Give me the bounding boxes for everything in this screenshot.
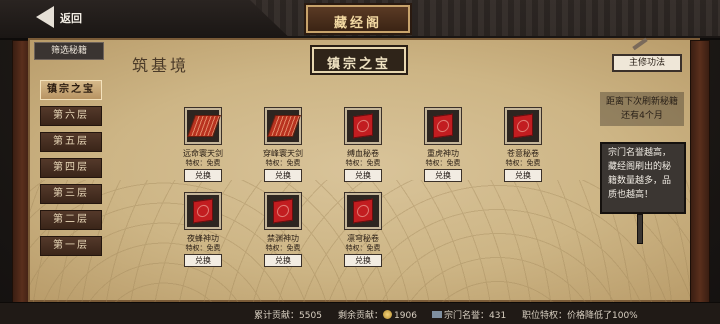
remaining-contribution-value: 1906: [394, 311, 417, 321]
book-item: 重虎神功 特权：免费 兑换: [418, 107, 468, 188]
book-item: 缚血秘卷 特权：免费 兑换: [338, 107, 388, 188]
book-item: 夜蜂神功 特权：免费 兑换: [178, 192, 228, 273]
tab-floor-3[interactable]: 第三层: [40, 184, 102, 204]
book-slot[interactable]: [344, 192, 382, 230]
exchange-button[interactable]: 兑换: [264, 254, 302, 267]
filter-label: 筛选秘籍: [34, 42, 104, 60]
book-item: 远命寰天剑 特权：免费 兑换: [178, 107, 228, 188]
book-privilege: 特权：免费: [265, 159, 301, 167]
remaining-contribution: 剩余贡献： 1906: [338, 308, 417, 321]
book-slot[interactable]: [424, 107, 462, 145]
exchange-button[interactable]: 兑换: [504, 169, 542, 182]
roof-bar: 返回 藏经阁: [0, 0, 720, 40]
tab-floor-5[interactable]: 第五层: [40, 132, 102, 152]
refresh-timer: 距离下次刷新秘籍 还有4个月: [600, 92, 684, 126]
scroll-book-icon: [186, 115, 222, 137]
total-contribution: 累计贡献：5505: [254, 308, 322, 321]
exchange-button[interactable]: 兑换: [264, 169, 302, 182]
flag-icon: [432, 311, 442, 318]
exchange-button[interactable]: 兑换: [184, 254, 222, 267]
book-privilege: 特权：免费: [185, 244, 221, 252]
tab-floor-4[interactable]: 第四层: [40, 158, 102, 178]
total-contribution-label: 累计贡献：: [254, 311, 300, 321]
back-arrow-icon: [36, 6, 54, 28]
red-book-icon: [273, 198, 293, 224]
book-slot[interactable]: [184, 107, 222, 145]
book-slot[interactable]: [344, 107, 382, 145]
status-bar: 累计贡献：5505 剩余贡献： 1906 宗门名誉：431 职位特权：价格降低了1…: [0, 302, 720, 324]
sect-reputation-label: 宗门名誉：: [444, 311, 490, 321]
book-privilege: 特权：免费: [505, 159, 541, 167]
tab-zhenzong[interactable]: 镇宗之宝: [40, 80, 102, 100]
exchange-button[interactable]: 兑换: [424, 169, 462, 182]
book-item: 禁渊神功 特权：免费 兑换: [258, 192, 308, 273]
book-privilege: 特权：免费: [185, 159, 221, 167]
page-title: 藏经阁: [333, 16, 382, 31]
book-item: 凛穹秘卷 特权：免费 兑换: [338, 192, 388, 273]
main-skill-button[interactable]: 主修功法: [612, 54, 682, 72]
notice-board: 宗门名誉越高，藏经阁刷出的秘籍数量越多，品质也越高！: [600, 142, 686, 214]
back-label: 返回: [60, 12, 82, 25]
section-title: 镇宗之宝: [326, 57, 391, 72]
realm-label: 筑基境: [132, 56, 190, 75]
notice-board-post: [637, 214, 643, 244]
red-book-icon: [353, 113, 373, 139]
book-privilege: 特权：免费: [345, 159, 381, 167]
book-slot[interactable]: [184, 192, 222, 230]
red-book-icon: [513, 113, 533, 139]
coin-icon: [383, 310, 393, 319]
refresh-line-2: 还有4个月: [621, 111, 663, 121]
tab-floor-6[interactable]: 第六层: [40, 106, 102, 126]
book-privilege: 特权：免费: [425, 159, 461, 167]
back-button[interactable]: 返回: [36, 6, 100, 28]
tab-floor-1[interactable]: 第一层: [40, 236, 102, 256]
book-slot[interactable]: [264, 192, 302, 230]
exchange-button[interactable]: 兑换: [184, 169, 222, 182]
refresh-line-1: 距离下次刷新秘籍: [605, 97, 678, 107]
sect-reputation-value: 431: [489, 311, 507, 321]
book-privilege: 特权：免费: [345, 244, 381, 252]
exchange-button[interactable]: 兑换: [344, 169, 382, 182]
book-privilege: 特权：免费: [265, 244, 301, 252]
book-item: 穿峰寰天剑 特权：免费 兑换: [258, 107, 308, 188]
book-slot[interactable]: [264, 107, 302, 145]
section-title-plaque: 镇宗之宝: [310, 45, 408, 75]
red-book-icon: [193, 198, 213, 224]
book-slot[interactable]: [504, 107, 542, 145]
remaining-contribution-label: 剩余贡献：: [338, 311, 384, 321]
exchange-button[interactable]: 兑换: [344, 254, 382, 267]
sect-reputation: 宗门名誉：431: [432, 308, 506, 321]
right-pillar: [690, 40, 710, 310]
game-screen: 返回 藏经阁 筛选秘籍 筑基境 镇宗之宝 镇宗之宝 第六层 第五层 第四层 第三…: [0, 0, 720, 324]
total-contribution-value: 5505: [299, 311, 322, 321]
red-book-icon: [353, 198, 373, 224]
title-plaque: 藏经阁: [304, 3, 412, 35]
tab-floor-2[interactable]: 第二层: [40, 210, 102, 230]
red-book-icon: [433, 113, 453, 139]
position-privilege: 职位特权：价格降低了100%: [522, 311, 638, 321]
book-item: 苍意秘卷 特权：免费 兑换: [498, 107, 548, 188]
scroll-book-icon: [266, 115, 302, 137]
